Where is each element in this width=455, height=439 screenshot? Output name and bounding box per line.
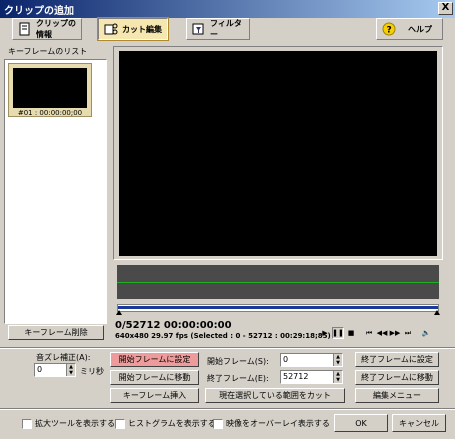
start-frame-spinner[interactable]: ▲ ▼ — [333, 354, 342, 366]
overlay-label: 映像をオーバーレイ表示する — [226, 419, 330, 428]
end-frame-label: 終了フレーム(E): — [207, 374, 269, 383]
sound-offset-unit: ミリ秒 — [80, 367, 104, 376]
play-icon[interactable]: ▶ — [319, 327, 331, 339]
seek-end-marker[interactable] — [434, 310, 440, 315]
histogram — [117, 265, 439, 299]
seek-selection — [118, 306, 438, 309]
keyframe-item[interactable]: #01 : 00:00:00;00 — [8, 63, 92, 117]
expand-tools-label: 拡大ツールを表示する — [35, 419, 115, 428]
start-frame-input[interactable]: 0 ▲ ▼ — [280, 353, 343, 367]
overlay-checkbox-box[interactable] — [213, 418, 223, 429]
goto-end-frame-button[interactable]: 終了フレームに移動 — [355, 370, 439, 385]
section-divider — [0, 347, 455, 349]
video-frame — [113, 46, 443, 260]
help-button[interactable]: ? ヘルプ — [376, 18, 443, 40]
previous-keyframe-icon[interactable]: ⏮ — [363, 327, 375, 339]
window-title: クリップの追加 — [4, 6, 74, 17]
goto-start-frame-button[interactable]: 開始フレームに移動 — [110, 370, 199, 385]
step-back-icon[interactable]: ◀◀ — [376, 327, 388, 339]
next-keyframe-icon[interactable]: ⏭ — [402, 327, 414, 339]
delete-keyframe-button[interactable]: キーフレーム削除 — [8, 325, 104, 340]
clip-info-label: クリップの情報 — [36, 19, 76, 39]
end-frame-value: 52712 — [283, 372, 309, 381]
histogram-checkbox[interactable]: ヒストグラムを表示する — [115, 418, 216, 429]
insert-keyframe-button[interactable]: キーフレーム挿入 — [110, 388, 199, 403]
histogram-checkbox-box[interactable] — [115, 418, 125, 429]
filter-icon — [192, 22, 206, 36]
stop-icon[interactable]: ■ — [345, 327, 357, 339]
set-end-frame-button[interactable]: 終了フレームに設定 — [355, 352, 439, 367]
seek-start-marker[interactable] — [116, 310, 122, 315]
cut-edit-label: カット編集 — [122, 24, 162, 34]
filter-button[interactable]: フィルター — [186, 18, 250, 40]
step-forward-icon[interactable]: ▶▶ — [389, 327, 401, 339]
footer-divider — [0, 408, 455, 410]
video-info: 640x480 29.97 fps (Selected : 0 - 52712 … — [115, 332, 331, 340]
playback-controls: ▶ ❚❚ ■ ⏮ ◀◀ ▶▶ ⏭ 🔈 — [319, 327, 432, 339]
cut-edit-tab[interactable]: カット編集 — [97, 17, 169, 41]
sound-offset-spinner[interactable]: ▲ ▼ — [66, 364, 75, 376]
keyframe-thumbnail — [13, 68, 87, 108]
cancel-button[interactable]: キャンセル — [392, 414, 446, 432]
histogram-label: ヒストグラムを表示する — [128, 419, 216, 428]
sound-offset-value: 0 — [37, 365, 43, 374]
edit-menu-button[interactable]: 編集メニュー — [355, 388, 439, 403]
end-frame-spinner[interactable]: ▲ ▼ — [333, 371, 342, 383]
end-frame-input[interactable]: 52712 ▲ ▼ — [280, 370, 343, 384]
keyframe-list[interactable]: #01 : 00:00:00;00 — [4, 59, 107, 324]
sound-offset-label: 音ズレ補正(A): — [36, 353, 91, 362]
keyframe-panel: キーフレームのリスト #01 : 00:00:00;00 キーフレーム削除 — [4, 46, 107, 344]
filter-label: フィルター — [210, 19, 242, 39]
close-button[interactable]: X — [438, 2, 453, 15]
overlay-checkbox[interactable]: 映像をオーバーレイ表示する — [213, 418, 330, 429]
help-label: ヘルプ — [408, 24, 432, 34]
start-frame-value: 0 — [283, 355, 289, 364]
histogram-line — [117, 282, 439, 283]
document-icon — [18, 22, 32, 36]
clip-info-button[interactable]: クリップの情報 — [12, 18, 82, 40]
svg-text:?: ? — [387, 26, 392, 36]
keyframe-list-label: キーフレームのリスト — [8, 47, 88, 56]
pause-icon[interactable]: ❚❚ — [332, 327, 344, 339]
expand-tools-checkbox-box[interactable] — [22, 418, 32, 429]
video-player: 0/52712 00:00:00:00 640x480 29.97 fps (S… — [113, 46, 443, 344]
video-preview[interactable] — [119, 51, 437, 256]
volume-icon[interactable]: 🔈 — [420, 327, 432, 339]
keyframe-item-label: #01 : 00:00:00;00 — [17, 109, 83, 117]
set-start-frame-button[interactable]: 開始フレームに設定 — [110, 352, 199, 367]
help-icon: ? — [382, 22, 396, 36]
title-bar: クリップの追加 X — [0, 0, 455, 18]
seek-slider[interactable] — [117, 304, 439, 312]
expand-tools-checkbox[interactable]: 拡大ツールを表示する — [22, 418, 115, 429]
sound-offset-input[interactable]: 0 ▲ ▼ — [34, 363, 76, 377]
start-frame-label: 開始フレーム(S): — [207, 357, 269, 366]
ok-button[interactable]: OK — [334, 414, 388, 432]
scissors-icon — [104, 22, 118, 36]
cut-selection-button[interactable]: 現在選択している範囲をカット — [205, 388, 345, 403]
timecode: 0/52712 00:00:00:00 — [115, 320, 232, 331]
